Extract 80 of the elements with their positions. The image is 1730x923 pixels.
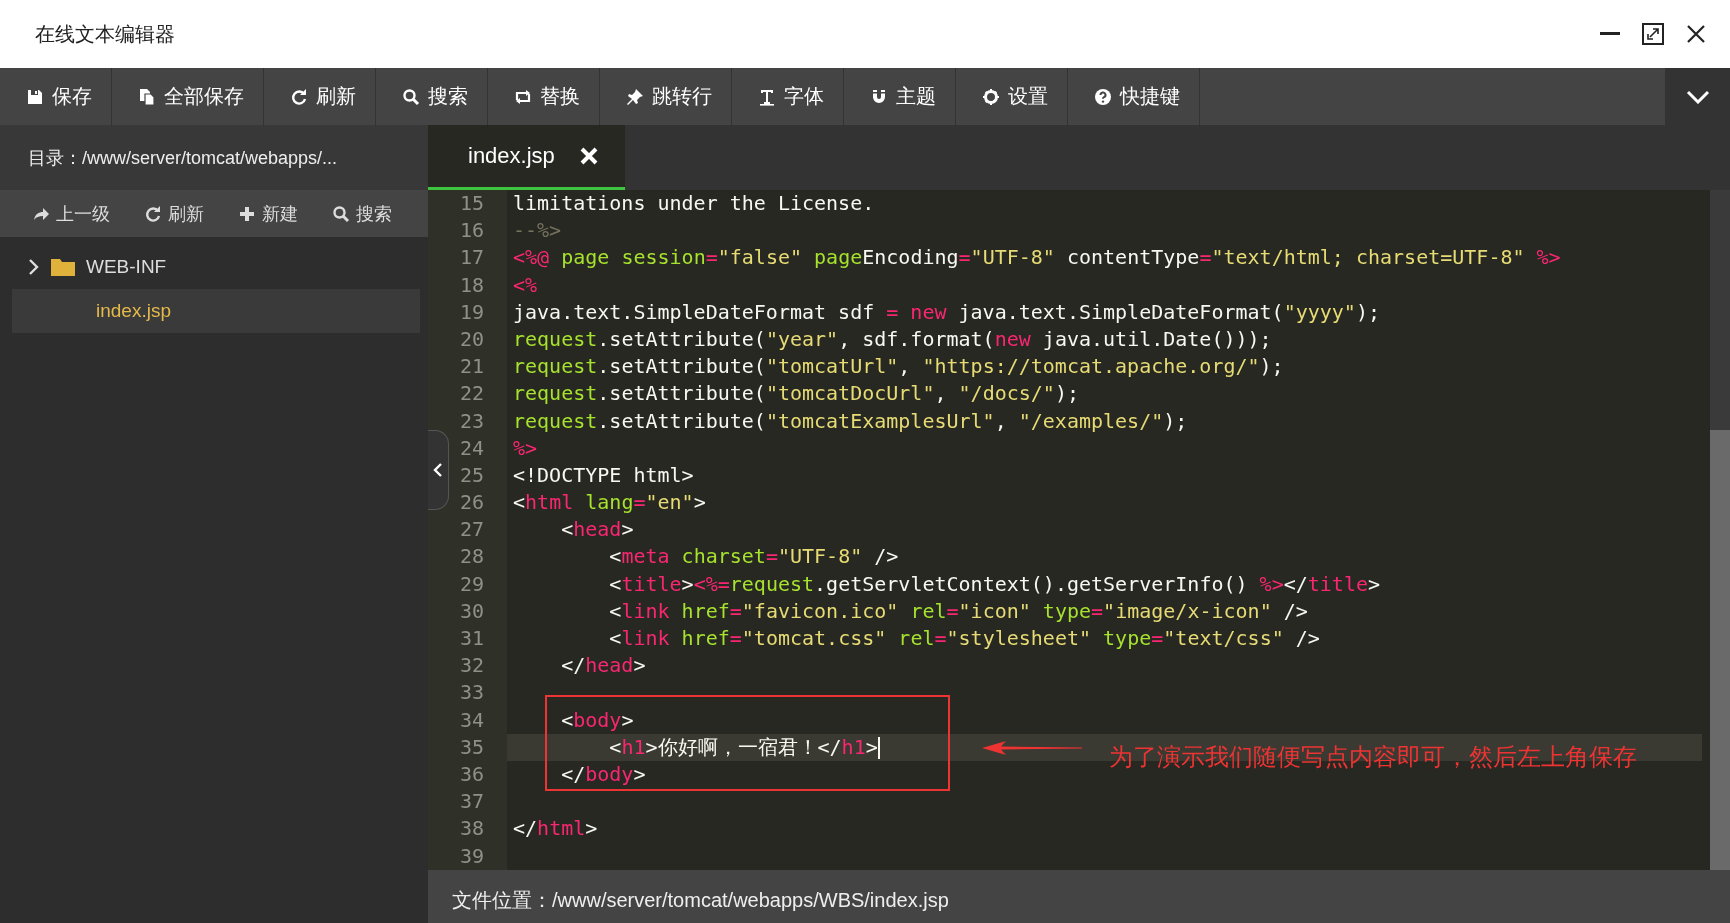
search-icon <box>402 87 420 106</box>
line-number: 17 <box>428 244 507 272</box>
directory-path: 目录：/www/server/tomcat/webapps/... <box>0 125 428 190</box>
chevron-icon <box>28 258 40 276</box>
search-icon <box>332 204 350 223</box>
floppy-icon <box>26 87 44 106</box>
code-line: <h1>你好啊，一宿君！</h1> <box>608 733 880 761</box>
code-line: request.setAttribute("tomcatUrl", "https://tomcat.apache.org/"); <box>512 353 1284 381</box>
code-line: request.setAttribute("tomcatExamplesUrl", "/examples/"); <box>512 407 1188 435</box>
line-number: 21 <box>428 353 507 381</box>
swap-arrows-icon <box>514 87 532 106</box>
line-number: 34 <box>428 706 507 734</box>
code-line: <head> <box>560 516 634 544</box>
code-line: </head> <box>560 652 646 680</box>
folder-icon <box>50 257 76 277</box>
code-line: <meta charset="UTF-8" /> <box>608 543 899 571</box>
line-number: 36 <box>428 760 507 789</box>
line-number: 37 <box>428 788 507 816</box>
code-line: %> <box>512 434 538 462</box>
expand-toolbar-button[interactable] <box>1665 68 1730 125</box>
code-line: --%> <box>512 217 562 245</box>
line-number: 29 <box>428 570 507 598</box>
code-line: <% <box>512 271 538 299</box>
sidebar-action[interactable]: 上一级 <box>18 197 122 230</box>
code-line: <body> <box>560 706 634 734</box>
line-number: 31 <box>428 625 507 653</box>
chevron-left-icon <box>433 462 443 478</box>
code-line: <link href="tomcat.css" rel="stylesheet" type="text/css" /> <box>608 625 1320 652</box>
text-cursor-icon <box>758 87 776 106</box>
line-number: 30 <box>428 597 507 625</box>
file-tab[interactable]: index.jsp <box>428 125 625 190</box>
line-number: 15 <box>428 190 507 218</box>
code-line: </html> <box>512 815 598 843</box>
tree-item-label: WEB-INF <box>86 256 167 278</box>
code-line: <link href="favicon.ico" rel="icon" type="image/x-icon" /> <box>608 597 1308 625</box>
annotation-note: 为了演示我们随便写点内容即可，然后左上角保存 <box>1109 742 1637 772</box>
line-number: 35 <box>428 733 507 761</box>
maximize-icon[interactable] <box>1642 23 1664 45</box>
code-line: <title><%=request.getServletContext().getServerInfo() %></title> <box>608 570 1381 598</box>
line-number: 27 <box>428 516 507 544</box>
line-number: 39 <box>428 842 507 870</box>
line-number: 20 <box>428 325 507 354</box>
refresh-icon <box>290 87 308 106</box>
line-number: 23 <box>428 407 507 435</box>
sidebar-action[interactable]: 刷新 <box>130 197 216 230</box>
close-icon[interactable] <box>1686 24 1706 44</box>
magnet-icon <box>870 87 888 106</box>
pushpin-icon <box>626 87 644 106</box>
line-number: 16 <box>428 217 507 245</box>
line-number: 38 <box>428 815 507 843</box>
gear-icon <box>982 87 1000 106</box>
code-line: <%@ page session="false" pageEncoding="UTF-8" contentType="text/html; charset=UTF-8" %> <box>512 244 1561 272</box>
tree-item-label: index.jsp <box>96 300 171 322</box>
code-line: java.text.SimpleDateFormat sdf = new java.text.SimpleDateFormat("yyyy"); <box>512 298 1380 326</box>
line-number: 22 <box>428 380 507 408</box>
code-line: <!DOCTYPE html> <box>512 461 694 489</box>
sidebar-action[interactable]: 新建 <box>224 197 310 230</box>
window-title: 在线文本编辑器 <box>35 21 176 47</box>
code-line: request.setAttribute("tomcatDocUrl", "/docs/"); <box>512 380 1079 408</box>
collapse-sidebar-handle[interactable] <box>428 430 449 510</box>
minimize-icon[interactable] <box>1600 32 1620 36</box>
code-line: <html lang="en"> <box>512 489 706 517</box>
chevron-down-icon <box>1685 89 1710 104</box>
code-line: </body> <box>560 760 646 788</box>
tree-item[interactable]: WEB-INF <box>12 245 420 289</box>
line-number: 28 <box>428 543 507 571</box>
code-line: request.setAttribute("year", sdf.format(new java.util.Date())); <box>512 325 1272 353</box>
copy-icon <box>138 87 156 106</box>
line-number: 18 <box>428 271 507 299</box>
code-line: limitations under the License. <box>512 190 875 217</box>
refresh-icon <box>144 204 162 223</box>
file-location: 文件位置：/www/server/tomcat/webapps/WBS/index.jsp <box>428 869 1730 923</box>
line-number: 32 <box>428 652 507 680</box>
sidebar-action[interactable]: 搜索 <box>318 197 404 230</box>
question-circle-icon <box>1094 87 1112 106</box>
scrollbar-thumb[interactable] <box>1710 430 1730 870</box>
line-number: 19 <box>428 298 507 326</box>
tree-item[interactable]: index.jsp <box>12 289 420 333</box>
plus-icon <box>238 204 256 223</box>
line-number: 33 <box>428 679 507 707</box>
